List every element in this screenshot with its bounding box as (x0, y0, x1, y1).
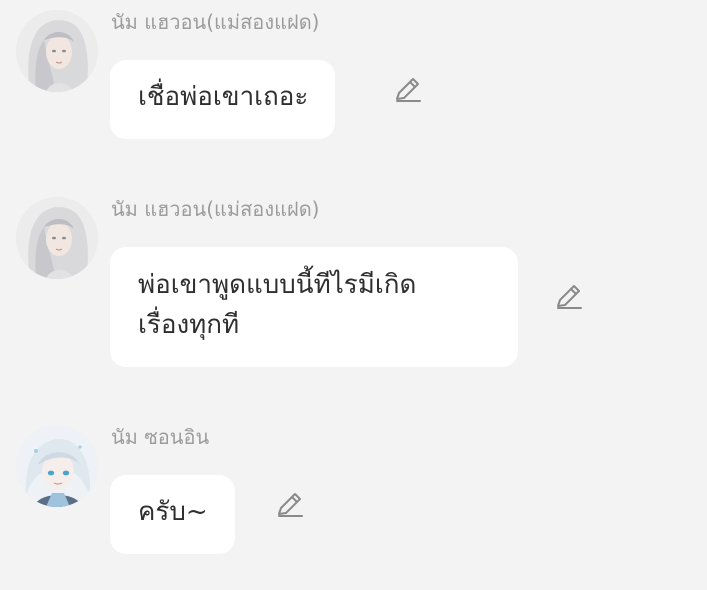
author-name: นัม ซอนอิน (111, 425, 210, 449)
pencil-icon[interactable] (274, 489, 306, 521)
avatar[interactable] (16, 425, 98, 507)
avatar[interactable] (16, 10, 98, 92)
author-name: นัม แฮวอน(แม่สองแฝด) (111, 10, 320, 34)
message-bubble[interactable]: เชื่อพ่อเขาเถอะ (110, 60, 336, 139)
author-name: นัม แฮวอน(แม่สองแฝด) (111, 197, 320, 221)
pencil-icon[interactable] (553, 281, 585, 313)
message-bubble[interactable]: พ่อเขาพูดแบบนี้ทีไรมีเกิด เรื่องทุกที (110, 247, 518, 367)
avatar[interactable] (16, 197, 98, 279)
pencil-icon[interactable] (392, 74, 424, 106)
message-bubble[interactable]: ครับ~ (110, 475, 235, 554)
